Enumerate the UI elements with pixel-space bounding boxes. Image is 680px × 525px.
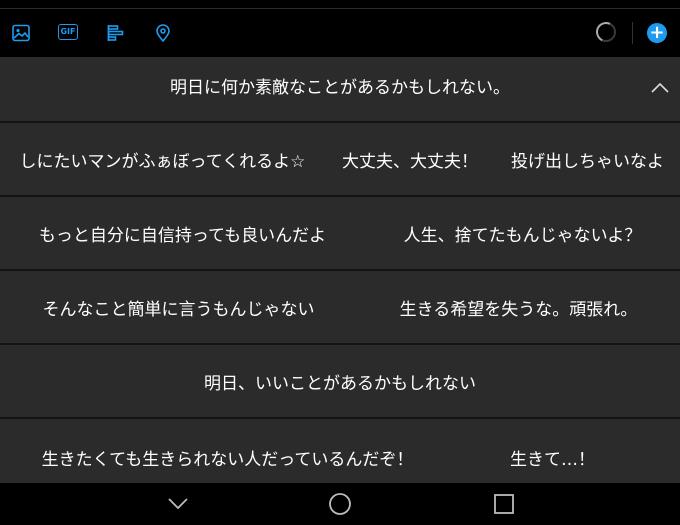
suggestion-item[interactable]: 明日に何か素敵なことがあるかもしれない。 [0,57,680,121]
poll-icon[interactable] [106,23,126,43]
suggestion-item[interactable]: 投げ出しちゃいなよ [495,123,680,195]
suggestion-row: そんなこと簡単に言うもんじゃない 生きる希望を失うな。頑張れ。 [0,271,680,343]
character-count-ring [596,22,616,42]
suggestion-row: 生きたくても生きられない人だっているんだぞ！ 生きて…！ [0,419,680,483]
suggestion-item[interactable]: もっと自分に自信持っても良いんだよ [0,197,365,269]
toolbar-divider [632,22,633,44]
suggestion-row: しにたいマンがふぁぼってくれるよ☆ 大丈夫、大丈夫！ 投げ出しちゃいなよ [0,123,680,195]
image-icon[interactable] [11,23,31,43]
suggestion-item[interactable]: 生きる希望を失うな。頑張れ。 [357,271,680,343]
suggestion-row: 明日に何か素敵なことがあるかもしれない。 [0,57,680,121]
home-circle-icon[interactable] [327,491,353,517]
suggestion-list: 明日に何か素敵なことがあるかもしれない。 しにたいマンがふぁぼってくれるよ☆ 大… [0,57,680,483]
gif-icon[interactable]: GIF [58,24,78,40]
location-icon[interactable] [153,23,173,43]
system-nav-bar [0,483,680,525]
suggestion-item[interactable]: そんなこと簡単に言うもんじゃない [0,271,357,343]
suggestion-row: 明日、いいことがあるかもしれない [0,345,680,417]
suggestion-item[interactable]: 大丈夫、大丈夫！ [325,123,495,195]
suggestion-row: もっと自分に自信持っても良いんだよ 人生、捨てたもんじゃないよ？ [0,197,680,269]
suggestion-item[interactable]: しにたいマンがふぁぼってくれるよ☆ [0,123,325,195]
compose-toolbar: GIF + [0,9,680,57]
recents-square-icon[interactable] [491,491,517,517]
add-tweet-button[interactable]: + [647,23,667,43]
back-chevron-icon[interactable] [165,491,191,517]
chevron-up-icon[interactable] [650,81,670,95]
suggestion-item[interactable]: 生きたくても生きられない人だっているんだぞ！ [0,419,455,483]
suggestion-item[interactable]: 生きて…！ [455,419,650,483]
status-bar [0,0,680,8]
suggestion-item[interactable]: 人生、捨てたもんじゃないよ？ [365,197,680,269]
suggestion-item[interactable]: 明日、いいことがあるかもしれない [0,345,680,417]
